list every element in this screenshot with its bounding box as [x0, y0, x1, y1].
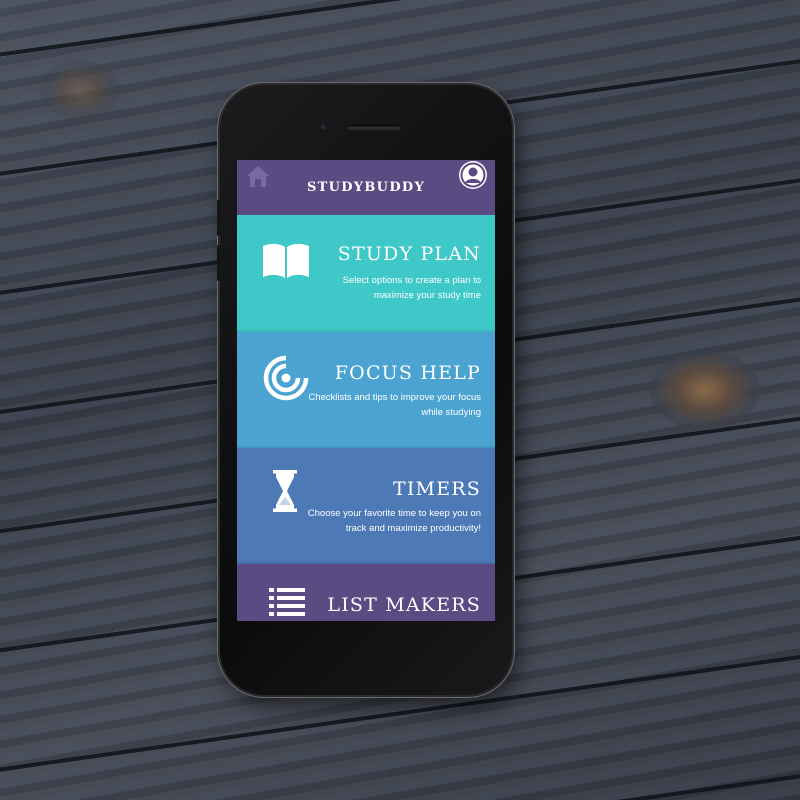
- volume-down-button[interactable]: [217, 245, 220, 281]
- volume-up-button[interactable]: [217, 200, 220, 236]
- wood-knot: [40, 60, 120, 120]
- menu-card-timers[interactable]: TIMERS Choose your favorite time to keep…: [237, 448, 495, 564]
- hourglass-icon: [273, 470, 297, 512]
- card-title: LIST MAKERS: [327, 594, 481, 616]
- app-title: STUDYBUDDY: [306, 180, 426, 195]
- open-book-icon: [263, 243, 309, 278]
- home-icon[interactable]: [245, 164, 271, 188]
- front-camera: [319, 123, 327, 131]
- app-screen: STUDYBUDDY STUDY PLAN Select options to …: [237, 160, 495, 621]
- card-description: Select options to create a plan to maxim…: [342, 275, 481, 301]
- card-description: Choose your favorite time to keep you on…: [307, 508, 481, 534]
- earpiece-speaker: [347, 125, 401, 130]
- card-title: STUDY PLAN: [337, 243, 481, 265]
- card-description: Checklists and tips to improve your focu…: [308, 392, 481, 418]
- menu-card-study-plan[interactable]: STUDY PLAN Select options to create a pl…: [237, 215, 495, 332]
- bottom-bezel: [237, 625, 495, 675]
- list-icon: [269, 588, 305, 616]
- phone-frame: STUDYBUDDY STUDY PLAN Select options to …: [217, 85, 512, 695]
- menu-card-focus-help[interactable]: FOCUS HELP Checklists and tips to improv…: [237, 332, 495, 448]
- menu-card-list-makers[interactable]: LIST MAKERS: [237, 564, 495, 621]
- wood-knot: [650, 350, 760, 430]
- app-header: STUDYBUDDY: [237, 160, 495, 215]
- card-title: FOCUS HELP: [334, 362, 481, 384]
- target-icon: [263, 355, 309, 401]
- card-title: TIMERS: [392, 478, 481, 500]
- profile-icon[interactable]: [459, 161, 487, 189]
